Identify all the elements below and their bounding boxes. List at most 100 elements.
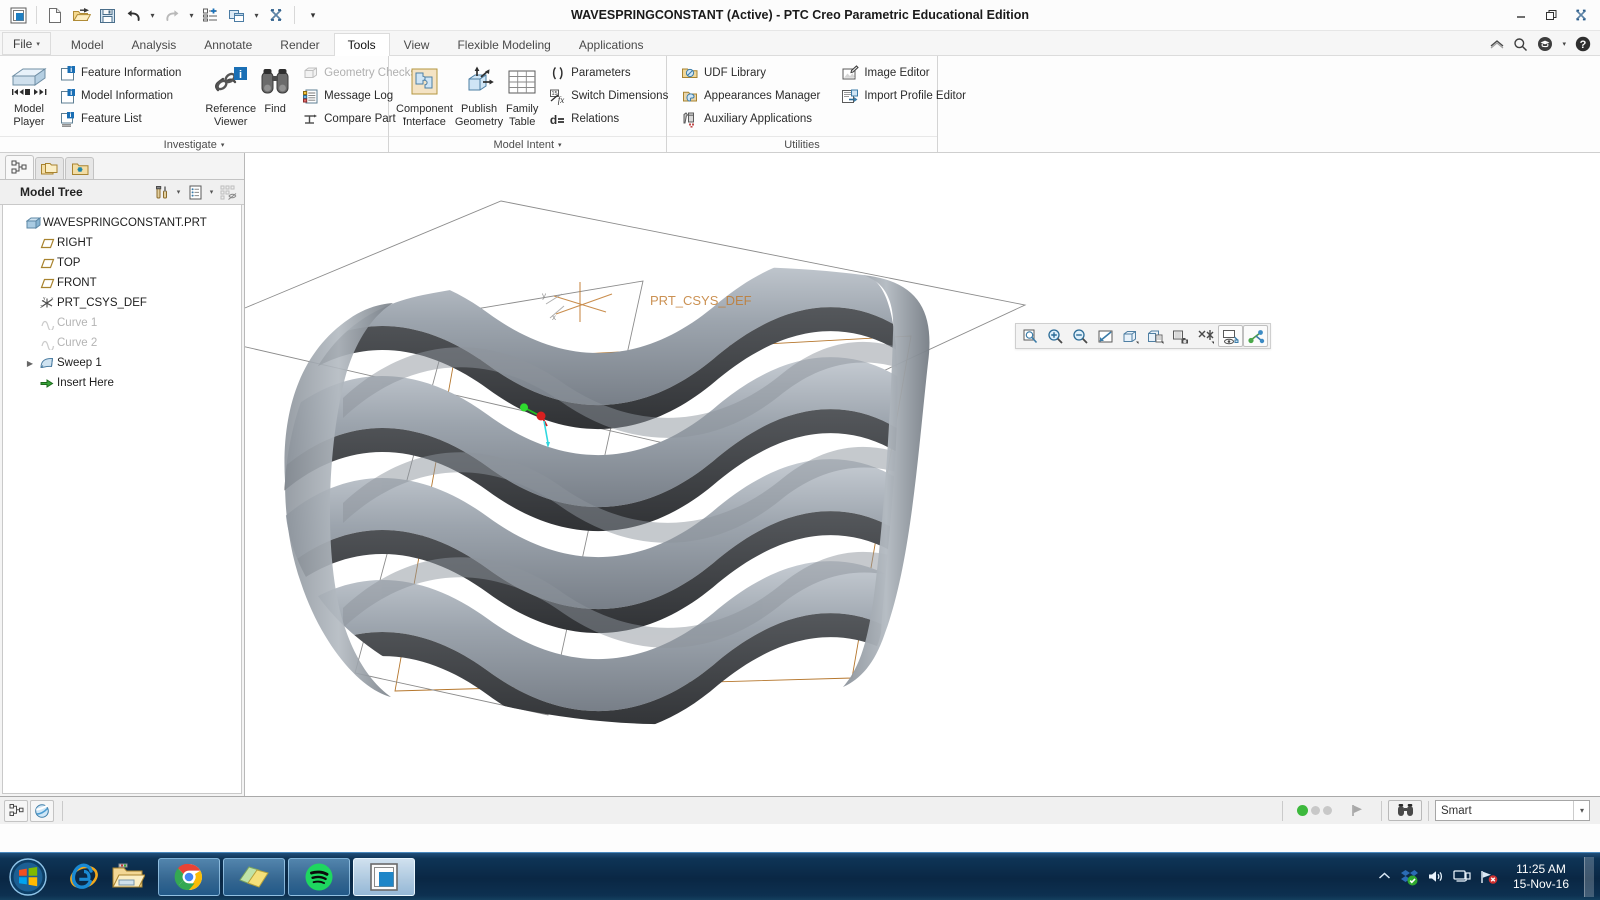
start-button[interactable] [2, 855, 54, 899]
model-tree-toggle-button[interactable] [4, 799, 28, 822]
google-chrome-taskbar-item[interactable] [158, 857, 220, 896]
annotation-display-icon[interactable] [1218, 325, 1243, 347]
publish-geometry-button[interactable]: Publish Geometry [454, 60, 504, 130]
close-window-icon[interactable] [264, 3, 288, 27]
find-button[interactable]: Find [257, 60, 293, 117]
tree-item-curve-2[interactable]: Curve 2 [9, 333, 241, 353]
web-browser-toggle-button[interactable] [30, 799, 54, 822]
zoom-out-icon[interactable] [1068, 325, 1093, 347]
tab-file[interactable]: File ▾ [2, 32, 51, 55]
creo-logo-icon[interactable] [6, 3, 30, 27]
appearances-manager-button[interactable]: Appearances Manager [677, 85, 827, 107]
view-manager-icon[interactable] [1168, 325, 1193, 347]
settings-caret[interactable]: ▾ [174, 188, 183, 196]
selection-filter-caret[interactable]: ▾ [1572, 801, 1584, 820]
show-hidden-icons-button[interactable] [1378, 871, 1391, 882]
open-icon[interactable] [69, 3, 93, 27]
switch-dimensions-button[interactable]: 15 fx Switch Dimensions [544, 85, 675, 107]
tree-filters-icon[interactable] [218, 182, 238, 202]
tree-item-part[interactable]: WAVESPRINGCONSTANT.PRT [9, 213, 241, 233]
tree-item-right[interactable]: RIGHT [9, 233, 241, 253]
model-tree-tab[interactable] [5, 155, 34, 179]
action-center-tray-icon[interactable] [1480, 869, 1498, 885]
tree-item-csys[interactable]: y z x PRT_CSYS_DEF [9, 293, 241, 313]
window-dropdown-caret[interactable]: ▾ [251, 11, 262, 20]
model-tree[interactable]: WAVESPRINGCONSTANT.PRT RIGHT TOP FRONT y… [2, 205, 242, 794]
reference-viewer-button[interactable]: i Reference Viewer [204, 60, 257, 130]
relations-button[interactable]: d Relations [544, 108, 675, 130]
wave-spring-model[interactable] [263, 255, 930, 735]
sticky-notes-taskbar-item[interactable] [223, 857, 285, 896]
tree-item-curve-1[interactable]: Curve 1 [9, 313, 241, 333]
import-profile-editor-button[interactable]: Import Profile Editor [837, 85, 973, 107]
tab-view[interactable]: View [390, 33, 444, 56]
tab-model[interactable]: Model [57, 33, 118, 56]
help-dropdown-caret[interactable]: ▾ [1562, 40, 1566, 48]
ribbon-group-model-intent-title[interactable]: Model Intent ▾ [389, 136, 666, 152]
window-switch-icon[interactable] [225, 3, 249, 27]
redo-icon[interactable] [160, 3, 184, 27]
minimize-button[interactable] [1506, 4, 1536, 26]
close-button[interactable] [1566, 4, 1596, 26]
tree-item-front[interactable]: FRONT [9, 273, 241, 293]
undo-icon[interactable] [121, 3, 145, 27]
collapse-ribbon-icon[interactable] [1490, 39, 1504, 49]
internet-explorer-icon[interactable] [64, 857, 104, 897]
tree-item-sweep-1[interactable]: ▶ Sweep 1 [9, 353, 241, 373]
favorites-tab[interactable] [65, 157, 94, 179]
graphics-window[interactable]: y x PRT_CSYS_DEF [245, 153, 1600, 796]
parameters-button[interactable]: Parameters [544, 62, 675, 84]
ribbon-group-investigate-title[interactable]: Investigate ▾ [0, 136, 388, 152]
windows-explorer-icon[interactable] [108, 857, 148, 897]
settings-tools-icon[interactable] [152, 182, 172, 202]
refit-icon[interactable] [1018, 325, 1043, 347]
saved-orientations-icon[interactable] [1143, 325, 1168, 347]
feature-information-button[interactable]: i Feature Information [54, 62, 188, 84]
volume-tray-icon[interactable] [1427, 869, 1444, 884]
component-interface-button[interactable]: Component Interface [395, 60, 454, 130]
zoom-in-icon[interactable] [1043, 325, 1068, 347]
display-filters-icon[interactable] [185, 182, 205, 202]
display-caret[interactable]: ▾ [207, 188, 216, 196]
model-information-button[interactable]: i Model Information [54, 85, 188, 107]
tree-item-top[interactable]: TOP [9, 253, 241, 273]
save-icon[interactable] [95, 3, 119, 27]
model-player-button[interactable]: Model Player [6, 60, 52, 130]
udf-library-button[interactable]: UDF Library [677, 62, 827, 84]
tab-render[interactable]: Render [266, 33, 333, 56]
family-table-button[interactable]: Family Table [504, 60, 540, 130]
tab-applications[interactable]: Applications [565, 33, 658, 56]
model-viewport[interactable]: y x PRT_CSYS_DEF [245, 153, 1600, 796]
tree-expander-sweep-1[interactable]: ▶ [23, 359, 37, 368]
dropbox-tray-icon[interactable] [1400, 868, 1418, 886]
auxiliary-applications-button[interactable]: Auxiliary Applications [677, 108, 827, 130]
tab-flexible-modeling[interactable]: Flexible Modeling [443, 33, 564, 56]
network-tray-icon[interactable] [1453, 869, 1471, 884]
spin-center-icon[interactable] [1243, 325, 1268, 347]
repaint-icon[interactable] [1093, 325, 1118, 347]
investigate-expand-caret[interactable]: ▾ [221, 141, 225, 149]
datum-display-filters-icon[interactable] [1193, 325, 1218, 347]
search-icon[interactable] [1513, 37, 1528, 52]
tree-item-insert-here[interactable]: Insert Here [9, 373, 241, 393]
taskbar-clock[interactable]: 11:25 AM 15-Nov-16 [1507, 862, 1575, 892]
image-editor-button[interactable]: Image Editor [837, 62, 973, 84]
qat-overflow-icon[interactable]: ▾ [301, 3, 325, 27]
undo-dropdown-caret[interactable]: ▾ [147, 11, 158, 20]
tab-analysis[interactable]: Analysis [118, 33, 191, 56]
tab-annotate[interactable]: Annotate [190, 33, 266, 56]
regenerate-icon[interactable] [199, 3, 223, 27]
graduation-cap-icon[interactable] [1537, 36, 1553, 52]
new-icon[interactable] [43, 3, 67, 27]
display-style-icon[interactable] [1118, 325, 1143, 347]
tab-tools[interactable]: Tools [333, 33, 390, 56]
show-desktop-button[interactable] [1584, 856, 1594, 897]
folder-browser-tab[interactable] [35, 157, 64, 179]
model-intent-expand-caret[interactable]: ▾ [558, 141, 562, 149]
selection-filter-dropdown[interactable]: Smart ▾ [1435, 800, 1590, 821]
help-icon[interactable]: ? [1575, 36, 1591, 52]
redo-dropdown-caret[interactable]: ▾ [186, 11, 197, 20]
creo-parametric-taskbar-item[interactable] [353, 857, 415, 896]
feature-list-button[interactable]: i Feature List [54, 108, 188, 130]
restore-button[interactable] [1536, 4, 1566, 26]
